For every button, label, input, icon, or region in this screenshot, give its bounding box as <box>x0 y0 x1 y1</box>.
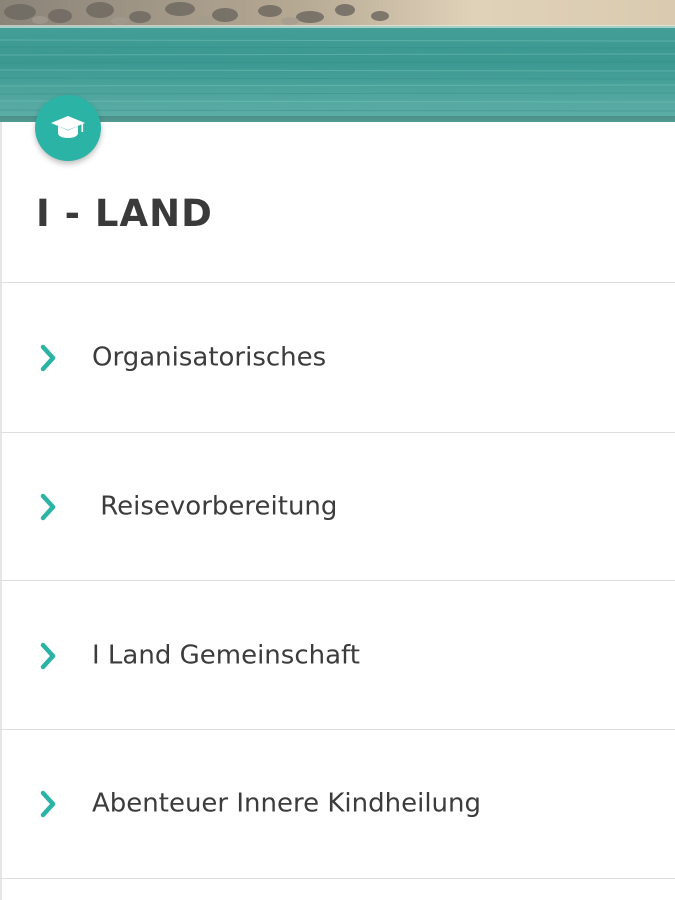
graduation-cap-icon <box>51 116 85 138</box>
menu-item-label: Reisevorbereitung <box>92 491 338 522</box>
beach-photo <box>0 0 675 122</box>
divider <box>0 878 675 879</box>
menu-item-abenteuer-innere-kindheilung[interactable]: Abenteuer Innere Kindheilung <box>0 730 675 878</box>
divider <box>0 580 675 581</box>
page-title: I - LAND <box>36 192 213 235</box>
chevron-right-icon <box>40 493 56 521</box>
chevron-right-icon <box>40 790 56 818</box>
header-image <box>0 0 675 122</box>
divider <box>0 282 675 283</box>
menu-item-label: Organisatorisches <box>92 342 327 373</box>
course-badge <box>35 95 101 161</box>
menu-item-reisevorbereitung[interactable]: Reisevorbereitung <box>0 433 675 581</box>
chevron-right-icon <box>40 344 56 372</box>
chevron-right-icon <box>40 642 56 670</box>
page: I - LAND Organisatorisches Reisevorberei… <box>0 0 675 900</box>
menu-item-organisatorisches[interactable]: Organisatorisches <box>0 284 675 432</box>
menu-item-label: Abenteuer Innere Kindheilung <box>92 788 482 819</box>
menu-item-i-land-gemeinschaft[interactable]: I Land Gemeinschaft <box>0 582 675 730</box>
menu-item-label: I Land Gemeinschaft <box>92 640 360 671</box>
